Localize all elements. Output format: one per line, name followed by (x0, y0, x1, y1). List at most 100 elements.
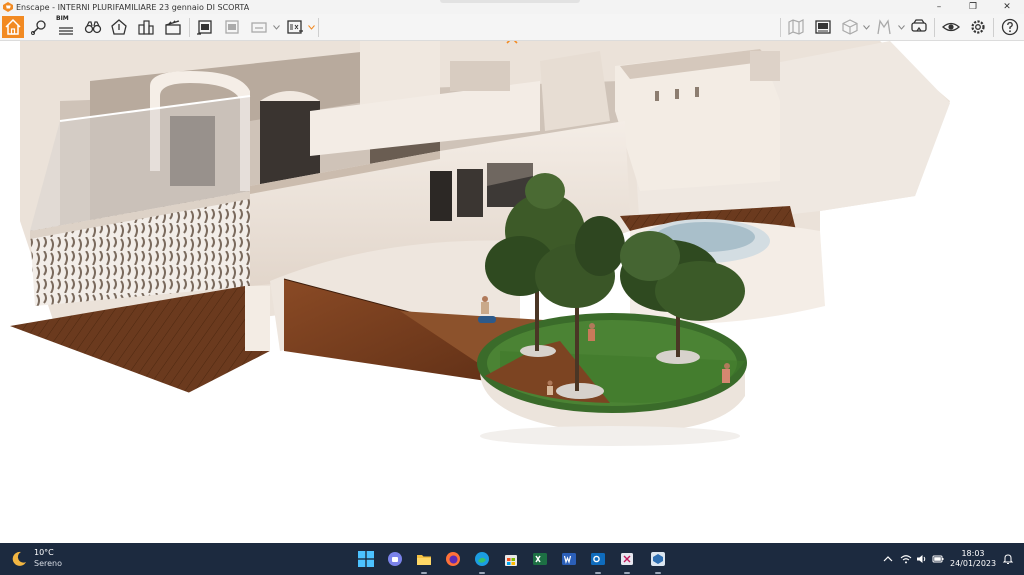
home-button[interactable] (2, 16, 24, 38)
taskbar-word[interactable] (559, 549, 579, 569)
screenshot-button[interactable] (194, 16, 216, 38)
word-icon (562, 553, 576, 565)
walk-mode-dropdown[interactable] (897, 22, 905, 32)
snipping-tool-icon (621, 553, 633, 565)
binoculars-icon (84, 21, 102, 34)
render-viewport[interactable] (0, 41, 1024, 543)
running-indicator (479, 572, 485, 574)
weather-temperature: 10°C (34, 548, 54, 557)
chevron-up-icon (883, 556, 893, 562)
bim-label: BIM (56, 15, 69, 22)
running-indicator (421, 572, 427, 574)
tray-wifi[interactable] (900, 553, 912, 565)
exe-export-button[interactable] (284, 16, 306, 38)
taskbar-excel[interactable] (530, 549, 550, 569)
binoculars-button[interactable] (82, 16, 104, 38)
close-button[interactable]: ✕ (990, 0, 1024, 14)
chevron-up-icon (506, 41, 518, 44)
teams-chat-icon (388, 552, 402, 566)
exe-export-dropdown[interactable] (307, 22, 315, 32)
tray-volume[interactable] (916, 553, 928, 565)
skp-export-button[interactable] (248, 16, 270, 38)
asset-library-button[interactable] (812, 16, 834, 38)
clapperboard-icon (165, 20, 181, 35)
toolbar-separator (993, 18, 994, 37)
tray-battery[interactable] (932, 553, 944, 565)
file-explorer-icon (417, 555, 431, 565)
tray-overflow-button[interactable] (882, 553, 894, 565)
enscape-toolbar: BIM (0, 14, 1024, 41)
minimize-button[interactable]: – (922, 0, 956, 14)
screenshot-export-icon (197, 20, 212, 35)
enscape-window: Enscape - INTERNI PLURIFAMILIARE 23 genn… (0, 0, 1024, 575)
buildings-icon (138, 20, 154, 35)
speaker-icon (917, 555, 926, 563)
notification-bell-icon (1002, 554, 1014, 564)
taskbar-enscape[interactable] (648, 549, 668, 574)
chevron-down-icon (272, 24, 280, 30)
settings-gear-icon (971, 20, 985, 34)
taskbar-chat[interactable] (385, 549, 405, 569)
vr-headset-button[interactable] (908, 16, 930, 38)
settings-button[interactable] (967, 16, 989, 38)
walk-mode-button[interactable] (873, 16, 895, 38)
window-title: Enscape - INTERNI PLURIFAMILIARE 23 genn… (16, 2, 250, 12)
windows-taskbar: 10°C Sereno 18:03 24/01/2023 (0, 543, 1024, 575)
help-button[interactable] (999, 16, 1021, 38)
buildings-button[interactable] (135, 16, 157, 38)
taskbar-store[interactable] (501, 549, 521, 569)
cube-view-button[interactable] (839, 16, 861, 38)
taskbar-firefox[interactable] (443, 549, 463, 569)
help-icon (1001, 18, 1019, 36)
wifi-icon (900, 555, 912, 564)
title-drag-handle[interactable] (440, 0, 580, 3)
vr-headset-icon (911, 19, 927, 32)
taskbar-clock[interactable]: 18:03 24/01/2023 (950, 549, 996, 569)
chevron-down-icon (897, 24, 905, 30)
enscape-icon (651, 552, 665, 566)
restore-button[interactable]: ❐ (956, 0, 990, 14)
clock-time: 18:03 (961, 549, 985, 558)
toolbar-separator (189, 18, 190, 37)
skp-export-icon (251, 22, 267, 33)
moon-icon (12, 551, 26, 566)
cube-view-dropdown[interactable] (862, 22, 870, 32)
chevron-down-icon (307, 24, 315, 30)
architectural-render (10, 41, 950, 446)
skp-export-dropdown[interactable] (272, 22, 280, 32)
running-indicator (624, 572, 630, 574)
video-editor-button[interactable] (162, 16, 184, 38)
light-view-button[interactable] (108, 16, 130, 38)
weather-widget[interactable]: 10°C Sereno (10, 548, 62, 569)
clock-date: 24/01/2023 (950, 559, 997, 568)
weather-condition: Sereno (34, 559, 62, 568)
taskbar-edge[interactable] (472, 549, 492, 574)
enscape-logo-icon (3, 2, 13, 12)
minimap-button[interactable] (785, 16, 807, 38)
batch-render-button[interactable] (221, 16, 243, 38)
edge-icon (475, 552, 489, 566)
visual-settings-icon (942, 22, 960, 32)
home-icon (5, 18, 21, 35)
toolbar-separator (934, 18, 935, 37)
toolbar-separator (780, 18, 781, 37)
tray-notifications[interactable] (1002, 553, 1014, 565)
exe-export-icon (287, 20, 303, 34)
taskbar-outlook[interactable] (588, 549, 608, 574)
taskbar-snipping-tool[interactable] (617, 549, 637, 574)
taskbar-file-explorer[interactable] (414, 549, 434, 574)
taskbar-start[interactable] (356, 549, 376, 569)
location-button[interactable] (28, 16, 50, 38)
microsoft-store-icon (505, 555, 517, 566)
running-indicator (655, 572, 661, 574)
asset-library-icon (815, 20, 831, 34)
light-view-icon (111, 19, 127, 35)
running-indicator (595, 572, 601, 574)
bim-button[interactable]: BIM (55, 15, 77, 38)
excel-icon (533, 553, 547, 565)
visual-settings-button[interactable] (940, 16, 962, 38)
title-bar: Enscape - INTERNI PLURIFAMILIARE 23 genn… (0, 0, 1024, 14)
minimap-icon (788, 19, 804, 35)
outlook-icon (591, 553, 605, 565)
firefox-icon (446, 552, 460, 566)
